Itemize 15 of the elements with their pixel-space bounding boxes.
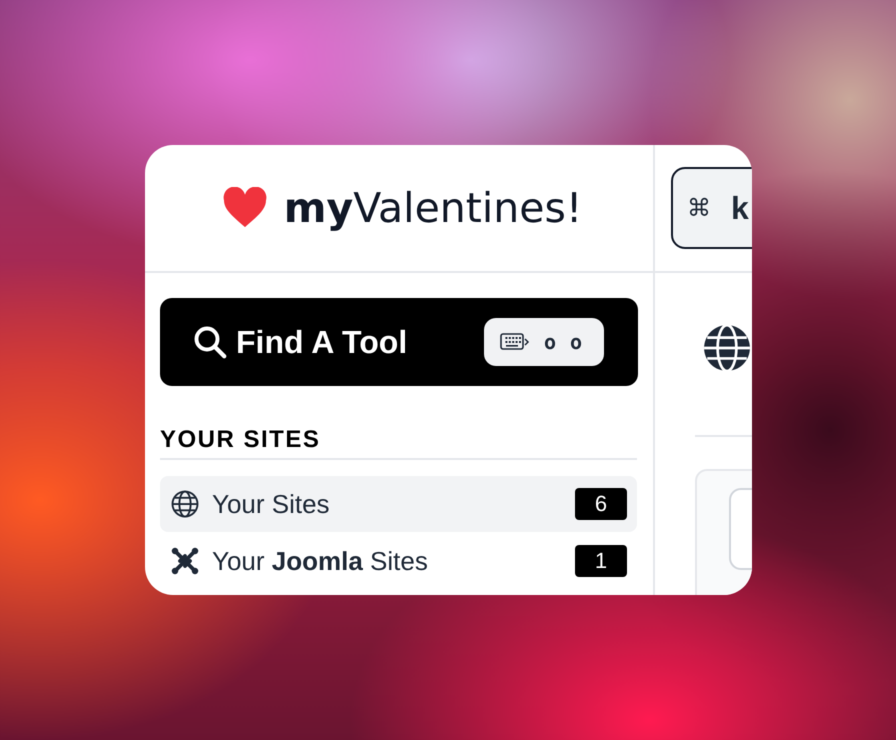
search-icon [192, 324, 228, 360]
logo-text: myValentines! [284, 184, 582, 232]
count-badge: 1 [575, 545, 627, 577]
key-label: o [544, 330, 556, 354]
globe-icon [170, 489, 200, 519]
section-heading: YOUR SITES [160, 426, 637, 460]
key-label: o [570, 330, 582, 354]
find-tool-button[interactable]: Find A Tool o o [160, 298, 638, 386]
keyboard-icon [500, 333, 530, 351]
sidebar-item[interactable]: Your Sites 6 [160, 476, 637, 532]
count-badge: 6 [575, 488, 627, 520]
command-button[interactable]: ⌘ k [671, 167, 752, 249]
sidebar-item[interactable]: Your Joomla Sites 1 [160, 535, 637, 587]
crossed-links-icon [170, 546, 200, 576]
heart-icon [222, 187, 268, 229]
